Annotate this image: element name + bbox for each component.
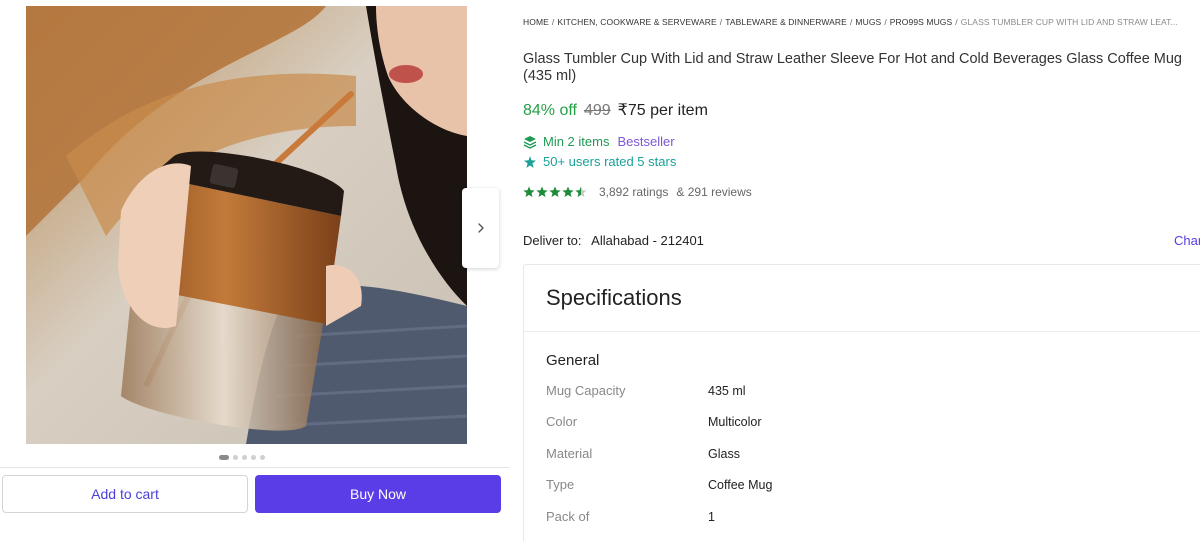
- breadcrumb-tableware[interactable]: TABLEWARE & DINNERWARE: [725, 17, 847, 27]
- half-star-icon: [575, 186, 587, 197]
- pagination-dot[interactable]: [219, 455, 229, 460]
- star-icon: [549, 186, 561, 197]
- breadcrumb-separator: /: [719, 17, 723, 27]
- spec-key: Color: [546, 414, 578, 429]
- selling-price: ₹75 per item: [617, 102, 708, 119]
- spec-row-pack: Pack of 1: [546, 509, 1146, 529]
- pagination-dot[interactable]: [260, 455, 265, 460]
- product-photo-illustration: [26, 6, 467, 444]
- rated-row: 50+ users rated 5 stars: [523, 154, 676, 169]
- spec-row-color: Color Multicolor: [546, 414, 1146, 434]
- delivery-row: Deliver to: Allahabad - 212401 Change: [523, 233, 1200, 248]
- chevron-right-icon: [477, 223, 484, 233]
- star-icon: [523, 186, 535, 197]
- next-image-button[interactable]: [462, 188, 499, 268]
- breadcrumb-mugs[interactable]: MUGS: [855, 17, 881, 27]
- rated-label: 50+ users rated 5 stars: [543, 154, 677, 169]
- breadcrumb-separator: /: [551, 17, 555, 27]
- product-image[interactable]: [26, 6, 467, 444]
- breadcrumb-kitchen[interactable]: KITCHEN, COOKWARE & SERVEWARE: [557, 17, 716, 27]
- add-to-cart-button[interactable]: Add to cart: [2, 475, 248, 513]
- spec-value: 435 ml: [708, 384, 746, 398]
- original-price: 499: [583, 102, 611, 119]
- breadcrumb-current: GLASS TUMBLER CUP WITH LID AND STRAW LEA…: [960, 17, 1178, 27]
- image-pagination: [219, 455, 265, 460]
- ratings-count[interactable]: 3,892 ratings: [599, 185, 668, 199]
- product-details: HOME / KITCHEN, COOKWARE & SERVEWARE / TABLE…: [523, 0, 1200, 541]
- breadcrumb: HOME / KITCHEN, COOKWARE & SERVEWARE / TABLE…: [523, 17, 1178, 27]
- pagination-dot[interactable]: [251, 455, 256, 460]
- spec-row-material: Material Glass: [546, 446, 1146, 466]
- spec-key: Type: [546, 477, 575, 492]
- price-row: 84% off 499 ₹75 per item: [523, 100, 708, 120]
- divider: [524, 331, 1200, 332]
- spec-key: Pack of: [546, 509, 590, 524]
- min-items-row: Min 2 items Bestseller: [523, 134, 675, 149]
- change-location-link[interactable]: Change: [1174, 233, 1200, 248]
- layers-icon: [523, 135, 537, 149]
- breadcrumb-separator: /: [884, 17, 887, 27]
- action-bar: Add to cart Buy Now: [0, 467, 510, 521]
- spec-row-capacity: Mug Capacity 435 ml: [546, 383, 1146, 403]
- star-icon: [536, 186, 548, 197]
- min-items-label: Min 2 items: [543, 134, 610, 149]
- breadcrumb-separator: /: [955, 17, 958, 27]
- specifications-card: Specifications General Mug Capacity 435 …: [523, 264, 1200, 541]
- breadcrumb-separator: /: [849, 17, 853, 27]
- delivery-location: Allahabad - 212401: [591, 233, 704, 248]
- reviews-count[interactable]: & 291 reviews: [676, 185, 751, 199]
- pagination-dot[interactable]: [242, 455, 247, 460]
- spec-value: Glass: [708, 447, 740, 461]
- spec-group-title: General: [546, 352, 600, 369]
- product-title: Glass Tumbler Cup With Lid and Straw Lea…: [523, 51, 1182, 84]
- spec-value: 1: [708, 510, 715, 524]
- deliver-to-label: Deliver to:: [523, 233, 582, 248]
- product-gallery: Add to cart Buy Now: [0, 0, 510, 541]
- sparkle-icon: [524, 155, 536, 168]
- spec-key: Mug Capacity: [546, 383, 626, 398]
- breadcrumb-home[interactable]: HOME: [523, 17, 549, 27]
- breadcrumb-brand-mugs[interactable]: PRO99S MUGS: [890, 17, 953, 27]
- spec-key: Material: [546, 446, 593, 461]
- spec-value: Coffee Mug: [708, 478, 773, 492]
- spec-value: Multicolor: [708, 415, 762, 429]
- discount-percent: 84% off: [523, 102, 577, 119]
- star-rating: [523, 186, 587, 198]
- bestseller-badge: Bestseller: [617, 134, 675, 149]
- spec-row-type: Type Coffee Mug: [546, 477, 1146, 497]
- star-icon: [562, 186, 574, 197]
- buy-now-button[interactable]: Buy Now: [255, 475, 501, 513]
- rating-row: 3,892 ratings & 291 reviews: [523, 185, 752, 199]
- specifications-title: Specifications: [546, 285, 682, 310]
- pagination-dot[interactable]: [233, 455, 238, 460]
